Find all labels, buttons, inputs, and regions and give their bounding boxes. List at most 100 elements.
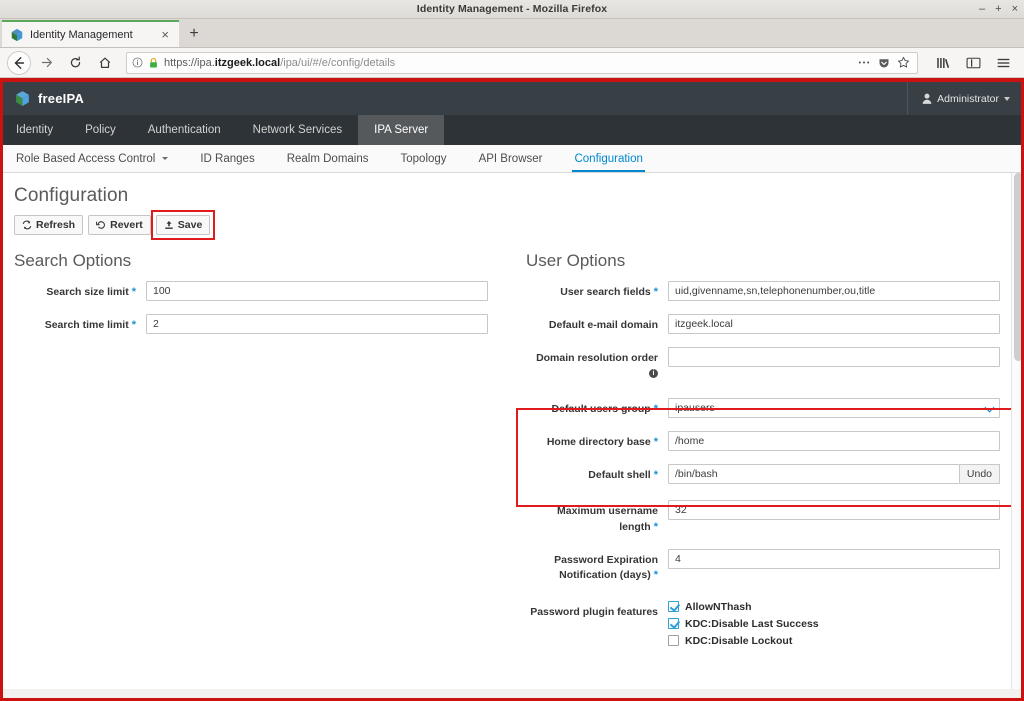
nav-item-policy[interactable]: Policy: [69, 115, 132, 145]
checkbox-icon[interactable]: [668, 635, 679, 647]
field-control: 4: [658, 548, 1000, 569]
label-text: Maximum username length: [557, 505, 658, 533]
checkbox-kdc-disable-last-success[interactable]: KDC:Disable Last Success: [668, 618, 1000, 630]
section-search-options: Search Options Search size limit * 100 Se…: [0, 251, 512, 665]
maximize-button[interactable]: +: [995, 4, 1001, 15]
field-control: itzgeek.local: [658, 314, 1000, 334]
url-bar-actions: [857, 56, 912, 69]
field-password-expiration-notification: Password Expiration Notification (days) *…: [526, 548, 1000, 584]
tab-strip: Identity Management × +: [0, 19, 1024, 48]
undo-button[interactable]: Undo: [958, 464, 1000, 485]
subnav-item-topology[interactable]: Topology: [385, 145, 463, 172]
browser-toolbar-right: [926, 50, 1017, 76]
default-shell-input[interactable]: /bin/bash: [668, 464, 959, 485]
search-options-title: Search Options: [14, 251, 132, 270]
subnav-item-api-browser[interactable]: API Browser: [463, 145, 559, 172]
subnav-item-id-ranges[interactable]: ID Ranges: [184, 145, 270, 172]
search-time-limit-input[interactable]: 2: [146, 314, 488, 334]
search-size-limit-input[interactable]: 100: [146, 281, 488, 301]
home-directory-base-input[interactable]: /home: [668, 431, 1000, 452]
app-header: freeIPA Administrator: [0, 82, 1024, 115]
label-text: User search fields: [560, 286, 651, 298]
subnav-item-configuration[interactable]: Configuration: [558, 145, 658, 172]
tab-identity-management[interactable]: Identity Management ×: [2, 20, 179, 47]
info-icon[interactable]: i: [649, 369, 658, 379]
forward-icon[interactable]: [33, 50, 60, 76]
hamburger-menu-icon[interactable]: [990, 50, 1017, 76]
field-label: User search fields *: [526, 281, 658, 301]
refresh-button[interactable]: Refresh: [14, 215, 84, 235]
checkbox-kdc-disable-lockout[interactable]: KDC:Disable Lockout: [668, 635, 1000, 647]
field-domain-resolution-order: Domain resolution order i: [526, 347, 1000, 381]
window-title: Identity Management - Mozilla Firefox: [416, 3, 608, 15]
lock-icon[interactable]: [148, 57, 159, 69]
subnav-item-role-based-access-control[interactable]: Role Based Access Control: [14, 145, 184, 172]
brand[interactable]: freeIPA: [14, 90, 84, 107]
tab-title: Identity Management: [30, 28, 133, 41]
bookmark-star-icon[interactable]: [897, 56, 910, 69]
settings-sections: Search Options Search size limit * 100 Se…: [0, 235, 1024, 665]
maximum-username-length-input[interactable]: 32: [668, 500, 1000, 521]
nav-item-network-services[interactable]: Network Services: [237, 115, 358, 145]
field-home-directory-base: Home directory base * /home: [526, 431, 1000, 452]
library-icon[interactable]: [930, 50, 957, 76]
label-text: Domain resolution order: [536, 352, 658, 364]
primary-nav: Identity Policy Authentication Network S…: [0, 115, 1024, 145]
field-default-users-group: Default users group * ipausers: [526, 398, 1000, 419]
checkbox-allownthash[interactable]: AllowNThash: [668, 601, 1000, 613]
required-marker: *: [653, 520, 658, 533]
checkbox-label: KDC:Disable Lockout: [685, 634, 793, 647]
field-control: /home: [658, 431, 1000, 452]
browser-toolbar: https://ipa.itzgeek.local/ipa/ui/#/e/con…: [0, 48, 1024, 78]
subnav-label: Role Based Access Control: [16, 152, 156, 165]
nav-item-authentication[interactable]: Authentication: [132, 115, 237, 145]
field-label: Domain resolution order i: [526, 347, 658, 381]
home-icon[interactable]: [91, 50, 118, 76]
subnav-item-realm-domains[interactable]: Realm Domains: [271, 145, 385, 172]
minimize-button[interactable]: –: [979, 4, 985, 15]
url-text: https://ipa.itzgeek.local/ipa/ui/#/e/con…: [164, 56, 396, 69]
freeipa-favicon-icon: [11, 28, 23, 41]
brand-title: freeIPA: [38, 91, 84, 106]
page-info-icon[interactable]: [132, 57, 143, 68]
field-label: Search size limit *: [14, 281, 136, 301]
default-users-group-select[interactable]: ipausers: [668, 398, 1000, 419]
password-expiration-notification-input[interactable]: 4: [668, 548, 1000, 569]
checkbox-icon[interactable]: [668, 601, 679, 613]
url-bar[interactable]: https://ipa.itzgeek.local/ipa/ui/#/e/con…: [126, 51, 918, 74]
user-options-title: User Options: [526, 251, 626, 270]
revert-button[interactable]: Revert: [88, 215, 151, 235]
field-control: AllowNThash KDC:Disable Last Success KDC…: [658, 601, 1000, 652]
sidebar-icon[interactable]: [960, 50, 987, 76]
field-label: Password plugin features: [526, 601, 658, 620]
field-user-search-fields: User search fields * uid,givenname,sn,tel…: [526, 281, 1000, 301]
new-tab-button[interactable]: +: [179, 20, 209, 47]
field-control: [658, 347, 1000, 367]
field-label: Default e-mail domain: [526, 314, 658, 333]
nav-item-ipa-server[interactable]: IPA Server: [358, 115, 445, 145]
field-control: /bin/bash Undo: [658, 464, 1000, 485]
close-button[interactable]: ×: [1012, 4, 1018, 15]
field-control: 100: [136, 281, 488, 301]
save-button[interactable]: Save: [155, 215, 211, 235]
pocket-icon[interactable]: [878, 57, 890, 69]
checkbox-icon[interactable]: [668, 618, 679, 630]
user-menu[interactable]: Administrator: [907, 82, 1024, 115]
field-label: Search time limit *: [14, 314, 136, 334]
save-label: Save: [177, 218, 203, 231]
label-text: Search size limit: [46, 286, 129, 298]
user-search-fields-input[interactable]: uid,givenname,sn,telephonenumber,ou,titl…: [668, 281, 1000, 301]
close-icon[interactable]: ×: [159, 28, 171, 41]
field-control: ipausers: [658, 398, 1000, 419]
reload-icon[interactable]: [62, 50, 89, 76]
revert-icon: [96, 221, 106, 229]
window-titlebar: Identity Management - Mozilla Firefox – …: [0, 0, 1024, 19]
field-password-plugin-features: Password plugin features AllowNThash KDC…: [526, 601, 1000, 652]
domain-resolution-order-input[interactable]: [668, 347, 1000, 367]
field-control: 32: [658, 500, 1000, 521]
page-actions-icon[interactable]: [857, 60, 871, 65]
back-icon[interactable]: [7, 50, 31, 75]
field-maximum-username-length: Maximum username length * 32: [526, 500, 1000, 535]
nav-item-identity[interactable]: Identity: [0, 115, 69, 145]
default-email-domain-input[interactable]: itzgeek.local: [668, 314, 1000, 334]
